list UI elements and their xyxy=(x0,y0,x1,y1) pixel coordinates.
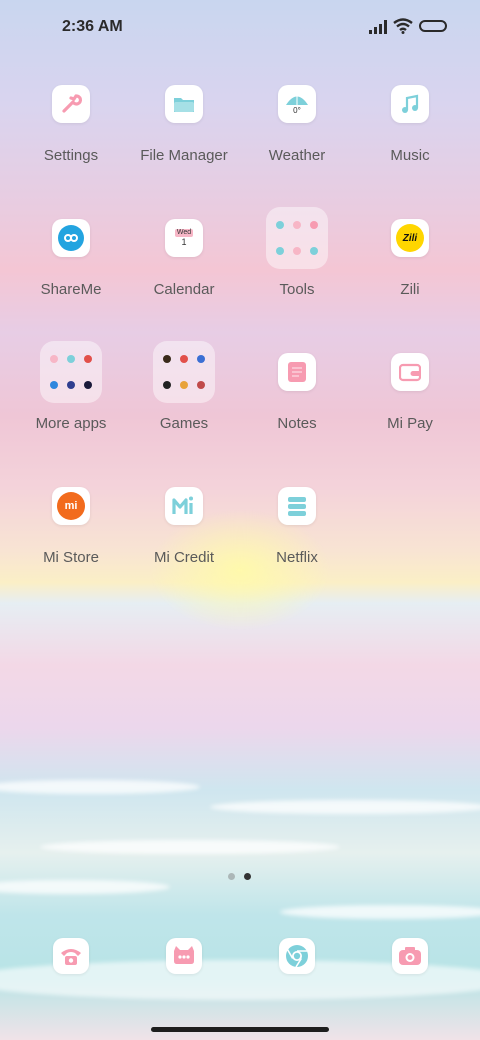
calendar-icon: Wed 1 xyxy=(165,219,203,257)
wallet-icon xyxy=(391,353,429,391)
folder-tools[interactable]: Tools xyxy=(241,207,353,329)
app-settings[interactable]: Settings xyxy=(15,85,127,195)
mi-logo-text: mi xyxy=(64,500,78,512)
folder-more-apps[interactable]: More apps xyxy=(15,341,127,463)
wifi-icon xyxy=(393,18,413,34)
app-file-manager[interactable]: File Manager xyxy=(128,85,240,195)
browser-icon xyxy=(286,945,308,968)
app-label: Settings xyxy=(43,147,99,164)
app-label: Mi Pay xyxy=(387,415,433,432)
zili-logo-text: Zili xyxy=(402,232,418,244)
folder-icon xyxy=(40,341,102,403)
app-label: Games xyxy=(159,415,209,432)
mi-logo-icon: mi xyxy=(52,487,90,525)
app-weather[interactable]: 0° Weather xyxy=(241,85,353,195)
folder-games[interactable]: Games xyxy=(128,341,240,463)
wrench-icon xyxy=(52,85,90,123)
app-shareme[interactable]: ShareMe xyxy=(15,219,127,329)
home-indicator[interactable] xyxy=(151,1027,329,1032)
battery-icon xyxy=(419,20,447,32)
status-time: 2:36 AM xyxy=(62,18,123,35)
dock-browser[interactable] xyxy=(279,938,315,974)
status-bar: 2:36 AM xyxy=(0,0,480,56)
mi-credit-icon xyxy=(165,487,203,525)
app-label: ShareMe xyxy=(40,281,102,298)
messages-icon xyxy=(174,946,194,964)
app-label: Tools xyxy=(279,281,315,298)
app-label: Mi Store xyxy=(43,549,99,566)
music-note-icon xyxy=(391,85,429,123)
phone-icon xyxy=(61,949,81,965)
signal-icon xyxy=(369,20,387,34)
umbrella-icon: 0° xyxy=(278,85,316,123)
infinity-icon xyxy=(52,219,90,257)
folder-icon xyxy=(153,341,215,403)
app-music[interactable]: Music xyxy=(354,85,466,195)
app-notes[interactable]: Notes xyxy=(241,353,353,463)
app-label: Calendar xyxy=(153,281,215,298)
app-label: File Manager xyxy=(140,147,228,164)
app-mi-credit[interactable]: Mi Credit xyxy=(128,487,240,597)
page-dot-1[interactable] xyxy=(228,873,235,880)
app-label: Music xyxy=(390,147,430,164)
page-dot-2[interactable] xyxy=(244,873,251,880)
dock-camera[interactable] xyxy=(392,938,428,974)
app-label: Mi Credit xyxy=(153,549,214,566)
app-zili[interactable]: Zili Zili xyxy=(354,219,466,329)
page-indicator xyxy=(228,873,254,881)
dock-phone[interactable] xyxy=(53,938,89,974)
folder-icon xyxy=(266,207,328,269)
app-label: Zili xyxy=(400,281,420,298)
folder-icon xyxy=(165,85,203,123)
app-label: Notes xyxy=(277,415,317,432)
app-label: Netflix xyxy=(276,549,318,566)
app-calendar[interactable]: Wed 1 Calendar xyxy=(128,219,240,329)
app-mi-pay[interactable]: Mi Pay xyxy=(354,353,466,463)
camera-icon xyxy=(399,947,421,965)
calendar-day: Wed xyxy=(174,228,194,237)
dock-messages[interactable] xyxy=(166,938,202,974)
app-mi-store[interactable]: mi Mi Store xyxy=(15,487,127,597)
zili-logo-icon: Zili xyxy=(391,219,429,257)
notes-icon xyxy=(278,353,316,391)
app-netflix[interactable]: Netflix xyxy=(241,487,353,597)
calendar-date: 1 xyxy=(181,236,187,247)
weather-temp: 0° xyxy=(293,105,301,115)
server-stack-icon xyxy=(278,487,316,525)
app-label: Weather xyxy=(268,147,326,164)
app-label: More apps xyxy=(35,415,107,432)
